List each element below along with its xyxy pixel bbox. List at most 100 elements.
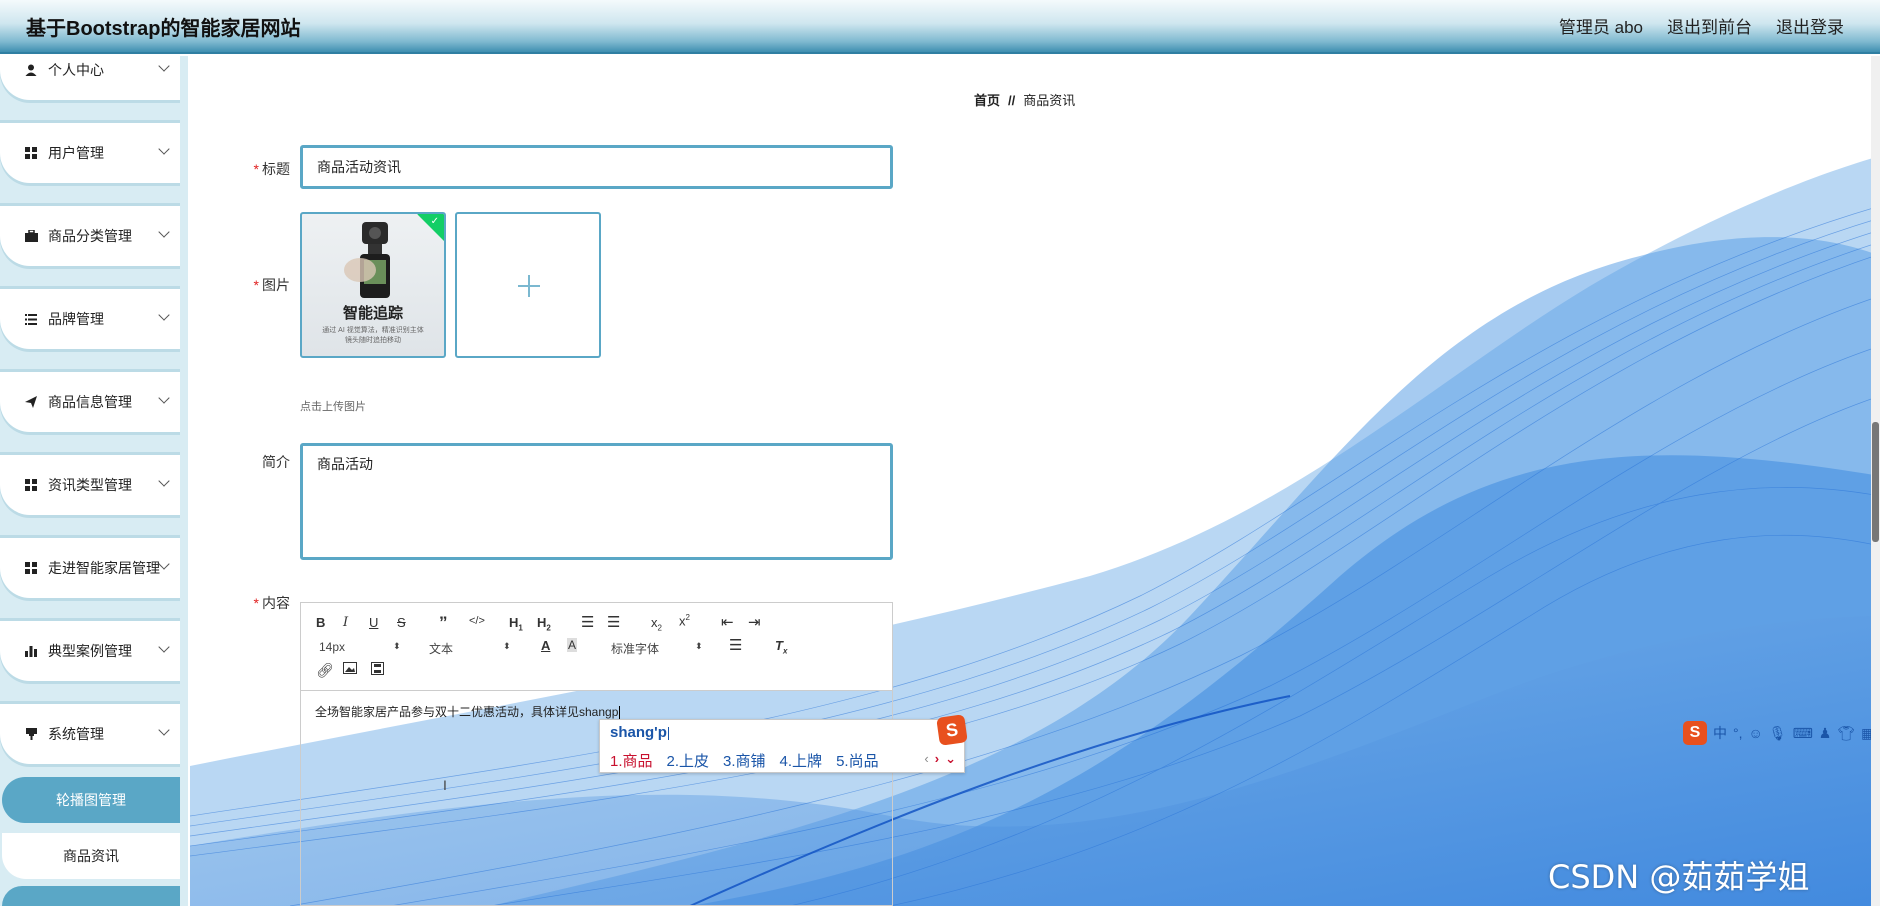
- uploaded-image-thumbnail[interactable]: 智能追踪 通过 AI 视觉算法，精准识别主体 镜头随时追拍移动 ✓: [300, 212, 446, 358]
- ime-next-icon[interactable]: ›: [935, 751, 939, 767]
- to-front-link[interactable]: 退出到前台: [1667, 13, 1752, 38]
- indent-icon[interactable]: ⇥: [748, 613, 761, 631]
- sidebar-subitem-next[interactable]: [2, 886, 180, 906]
- image-label: * 图片: [210, 275, 290, 295]
- scrollbar-thumb[interactable]: [1872, 422, 1879, 542]
- image-icon[interactable]: [343, 662, 357, 677]
- sidebar-item-product-info-management[interactable]: 商品信息管理: [0, 372, 180, 432]
- bold-icon[interactable]: B: [316, 615, 325, 630]
- font-size-value: 14px: [319, 640, 346, 654]
- ime-chinese-mode[interactable]: 中: [1713, 723, 1727, 743]
- user-icon[interactable]: ♟: [1819, 725, 1832, 742]
- paragraph-value: 文本: [429, 642, 454, 656]
- sidebar-subitem-carousel-management[interactable]: 轮播图管理: [2, 777, 180, 823]
- title-input[interactable]: 商品活动资讯: [300, 145, 893, 189]
- superscript-icon[interactable]: x2: [679, 613, 690, 628]
- sidebar-item-system-management[interactable]: 系统管理: [0, 704, 180, 764]
- sidebar-item-label: 系统管理: [48, 726, 104, 742]
- select-arrow-icon: ⬍: [695, 641, 703, 651]
- sidebar-item-user-management[interactable]: 用户管理: [0, 123, 180, 183]
- ime-composition: shang'p: [610, 724, 669, 741]
- required-mark: *: [253, 161, 259, 177]
- chevron-down-icon: [158, 724, 170, 736]
- send-icon: [24, 395, 38, 409]
- intro-textarea[interactable]: 商品活动: [300, 443, 893, 560]
- select-arrow-icon: ⬍: [393, 641, 401, 651]
- sidebar-item-label: 品牌管理: [48, 311, 104, 327]
- logout-link[interactable]: 退出登录: [1776, 13, 1844, 38]
- sidebar-item-personal-center[interactable]: 个人中心: [0, 56, 180, 100]
- sidebar-item-label: 走进智能家居管理: [48, 560, 160, 576]
- title-label-text: 标题: [262, 161, 290, 177]
- align-icon[interactable]: ☰: [729, 636, 742, 654]
- ime-candidate[interactable]: 3.商铺: [723, 750, 766, 771]
- sidebar-item-category-management[interactable]: 商品分类管理: [0, 206, 180, 266]
- video-icon[interactable]: [371, 662, 384, 678]
- content-label: * 内容: [210, 593, 290, 613]
- microphone-icon[interactable]: 🎙︎: [1769, 725, 1787, 742]
- admin-user-link[interactable]: 管理员 abo: [1559, 13, 1643, 38]
- tag-icon: [24, 727, 38, 741]
- sidebar-item-case-management[interactable]: 典型案例管理: [0, 621, 180, 681]
- select-arrow-icon: ⬍: [503, 641, 511, 651]
- sidebar-item-label: 商品信息管理: [48, 394, 132, 410]
- sidebar-item-news-type-management[interactable]: 资讯类型管理: [0, 455, 180, 515]
- ordered-list-icon[interactable]: ☰: [581, 613, 594, 631]
- strikethrough-icon[interactable]: S: [397, 615, 406, 630]
- intro-label-text: 简介: [262, 454, 290, 470]
- chevron-down-icon: [158, 475, 170, 487]
- skin-icon[interactable]: 👕︎: [1837, 725, 1855, 742]
- emoji-icon[interactable]: ☺: [1749, 725, 1763, 741]
- sidebar-subitem-product-news[interactable]: 商品资讯: [2, 833, 180, 879]
- ime-status-bar: S 中 °, ☺ 🎙︎ ⌨ ♟ 👕︎ ▦: [1683, 719, 1874, 747]
- font-color-icon[interactable]: A: [541, 638, 550, 653]
- blockquote-icon[interactable]: ”: [439, 613, 448, 633]
- ime-candidate[interactable]: 5.尚品: [836, 750, 879, 771]
- background-color-icon[interactable]: A: [567, 638, 578, 652]
- grid-icon: [24, 561, 38, 575]
- heading-1-icon[interactable]: H1: [509, 615, 523, 633]
- italic-icon[interactable]: I: [343, 615, 348, 630]
- top-links: 管理员 abo 退出到前台 退出登录: [1559, 13, 1844, 38]
- subscript-icon[interactable]: x2: [651, 615, 662, 633]
- sidebar-item-label: 资讯类型管理: [48, 477, 132, 493]
- sidebar-item-smart-home-management[interactable]: 走进智能家居管理: [0, 538, 180, 598]
- breadcrumb: 首页 // 商品资讯: [974, 90, 1075, 109]
- code-block-icon[interactable]: </>: [469, 615, 485, 627]
- page-scrollbar[interactable]: [1871, 56, 1880, 906]
- upload-image-button[interactable]: [455, 212, 601, 358]
- sogou-icon[interactable]: S: [1683, 721, 1707, 745]
- ime-prev-icon[interactable]: ‹: [924, 751, 928, 767]
- clear-format-icon[interactable]: Tx: [775, 638, 787, 656]
- ime-expand-icon[interactable]: ⌄: [945, 751, 956, 767]
- editor-toolbar: B I U S ” </> H1 H2 ☰ ☰ x2 x2 ⇤ ⇥ 14px ⬍ …: [301, 603, 892, 691]
- font-size-select[interactable]: 14px ⬍: [319, 640, 403, 654]
- paragraph-select[interactable]: 文本 ⬍: [429, 640, 513, 657]
- bullet-list-icon[interactable]: ☰: [607, 613, 620, 631]
- font-family-select[interactable]: 标准字体 ⬍: [611, 640, 705, 657]
- outdent-icon[interactable]: ⇤: [721, 613, 734, 631]
- grid-icon: [24, 478, 38, 492]
- intro-label: 简介: [210, 452, 290, 472]
- check-icon: ✓: [430, 216, 439, 227]
- list-icon: [24, 312, 38, 326]
- keyboard-icon[interactable]: ⌨: [1793, 725, 1813, 742]
- required-mark: *: [253, 277, 259, 293]
- ime-candidate[interactable]: 1.商品: [610, 750, 653, 771]
- chevron-down-icon: [158, 558, 170, 570]
- link-icon[interactable]: 🔗︎: [316, 662, 334, 679]
- text-caret: [619, 706, 621, 720]
- editor-content[interactable]: 全场智能家居产品参与双十二优惠活动，具体详见shangp: [315, 703, 621, 720]
- breadcrumb-home[interactable]: 首页: [974, 93, 1000, 108]
- ime-candidate[interactable]: 2.上皮: [667, 750, 710, 771]
- heading-2-icon[interactable]: H2: [537, 615, 551, 633]
- upload-hint: 点击上传图片: [300, 401, 366, 413]
- ime-punctuation-mode[interactable]: °,: [1733, 725, 1743, 741]
- sidebar-item-label: 商品分类管理: [48, 228, 132, 244]
- ime-candidate[interactable]: 4.上牌: [780, 750, 823, 771]
- ime-caret: [667, 726, 669, 740]
- plus-icon-vertical: [528, 275, 530, 297]
- underline-icon[interactable]: U: [369, 615, 378, 630]
- grid-icon: [24, 146, 38, 160]
- sidebar-item-brand-management[interactable]: 品牌管理: [0, 289, 180, 349]
